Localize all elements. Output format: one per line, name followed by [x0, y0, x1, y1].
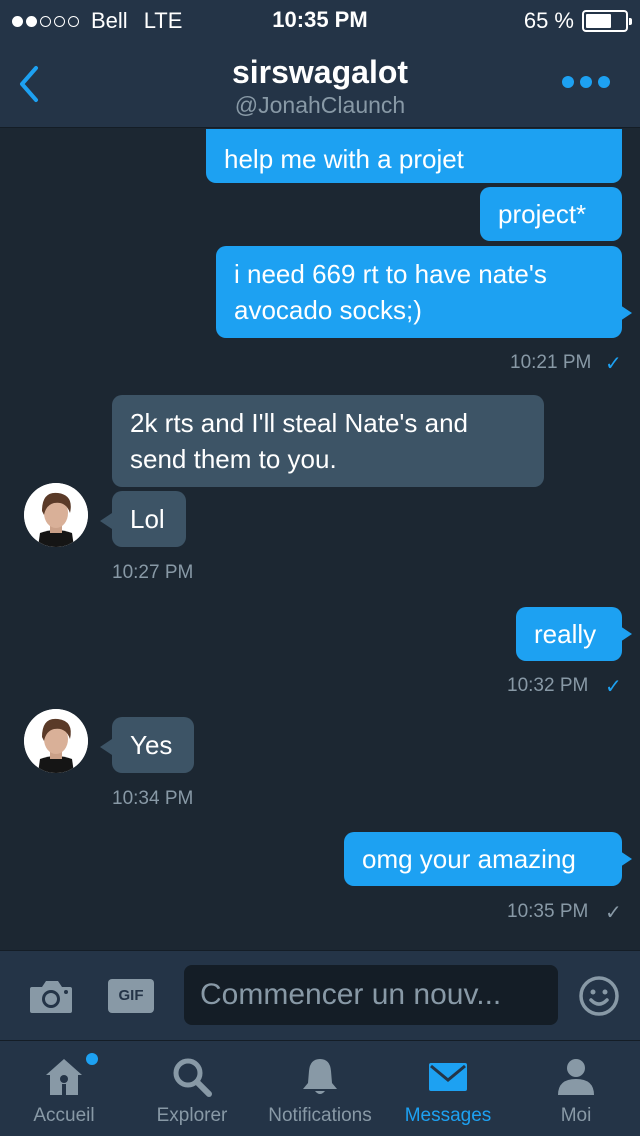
smiley-icon [579, 976, 619, 1016]
more-dots-icon [562, 76, 574, 88]
gif-button[interactable]: GIF [108, 979, 154, 1013]
message-composer: GIF [0, 950, 640, 1040]
message-bubble-outgoing[interactable]: i need 669 rt to have nate's avocado soc… [216, 246, 622, 338]
tab-notifications[interactable]: Notifications [256, 1041, 384, 1136]
contact-name[interactable]: sirswagalot [0, 54, 640, 91]
tab-moi[interactable]: Moi [512, 1041, 640, 1136]
bubble-tail [100, 739, 112, 755]
message-bubble-outgoing[interactable]: project* [480, 187, 622, 241]
message-timestamp: 10:27 PM [112, 562, 194, 583]
tab-accueil[interactable]: Accueil [0, 1041, 128, 1136]
tab-label: Accueil [33, 1105, 95, 1126]
bubble-tail [620, 305, 632, 321]
tab-explorer[interactable]: Explorer [128, 1041, 256, 1136]
message-input[interactable] [184, 965, 558, 1025]
more-options-button[interactable] [562, 76, 610, 88]
message-text: Yes [130, 730, 173, 760]
battery-percent: 65 % [523, 8, 574, 33]
contact-avatar[interactable] [24, 709, 88, 773]
tab-label: Explorer [156, 1105, 228, 1126]
battery-icon [582, 10, 632, 32]
message-bubble-outgoing[interactable]: really [516, 607, 622, 661]
bubble-tail [620, 626, 632, 642]
read-check-icon: ✓ [605, 353, 622, 375]
search-icon [173, 1058, 212, 1097]
message-bubble-outgoing[interactable]: help me with a projet [206, 129, 622, 183]
conversation-header: sirswagalot @JonahClaunch [0, 40, 640, 128]
message-text-line: send them to you. [130, 444, 337, 474]
profile-photo [24, 483, 88, 547]
tab-label: Notifications [268, 1105, 372, 1126]
message-timestamp: 10:32 PM [507, 675, 589, 696]
message-bubble-incoming[interactable]: 2k rts and I'll steal Nate's and send th… [112, 395, 544, 487]
message-text: really [534, 619, 597, 649]
message-text-line: 2k rts and I'll steal Nate's and [130, 408, 468, 438]
tab-bar: Accueil Explorer Notifications Messages … [0, 1040, 640, 1136]
message-thread[interactable]: help me with a projet project* i need 66… [0, 129, 640, 949]
message-bubble-outgoing[interactable]: omg your amazing [344, 832, 622, 886]
mail-icon [429, 1063, 467, 1091]
read-check-icon: ✓ [605, 676, 622, 698]
message-text: omg your amazing [362, 844, 576, 874]
message-text: Lol [130, 504, 165, 534]
bubble-tail [620, 851, 632, 867]
home-icon [46, 1059, 82, 1095]
tab-label: Messages [404, 1105, 492, 1126]
status-right: 65 % [523, 8, 632, 34]
tab-messages[interactable]: Messages [384, 1041, 512, 1136]
message-timestamp: 10:35 PM [507, 901, 589, 922]
notification-dot [86, 1053, 98, 1065]
sent-check-icon: ✓ [605, 902, 622, 924]
message-timestamp: 10:34 PM [112, 788, 194, 809]
camera-icon [30, 981, 72, 1013]
bell-icon [303, 1059, 337, 1094]
contact-handle: @JonahClaunch [234, 92, 406, 118]
camera-button[interactable] [28, 977, 74, 1015]
message-text: help me with a projet [224, 144, 464, 174]
message-text-line: i need 669 rt to have nate's [234, 259, 547, 289]
message-text: project* [498, 199, 587, 229]
message-timestamp: 10:21 PM [510, 352, 592, 373]
status-bar: Bell LTE 10:35 PM 65 % [0, 0, 640, 40]
person-icon [558, 1059, 594, 1095]
profile-photo [24, 709, 88, 773]
contact-avatar[interactable] [24, 483, 88, 547]
bubble-tail [100, 513, 112, 529]
message-bubble-incoming[interactable]: Lol [112, 491, 186, 547]
message-text-line: avocado socks;) [234, 295, 422, 325]
message-bubble-incoming[interactable]: Yes [112, 717, 194, 773]
emoji-button[interactable] [578, 975, 620, 1017]
tab-label: Moi [560, 1105, 592, 1126]
